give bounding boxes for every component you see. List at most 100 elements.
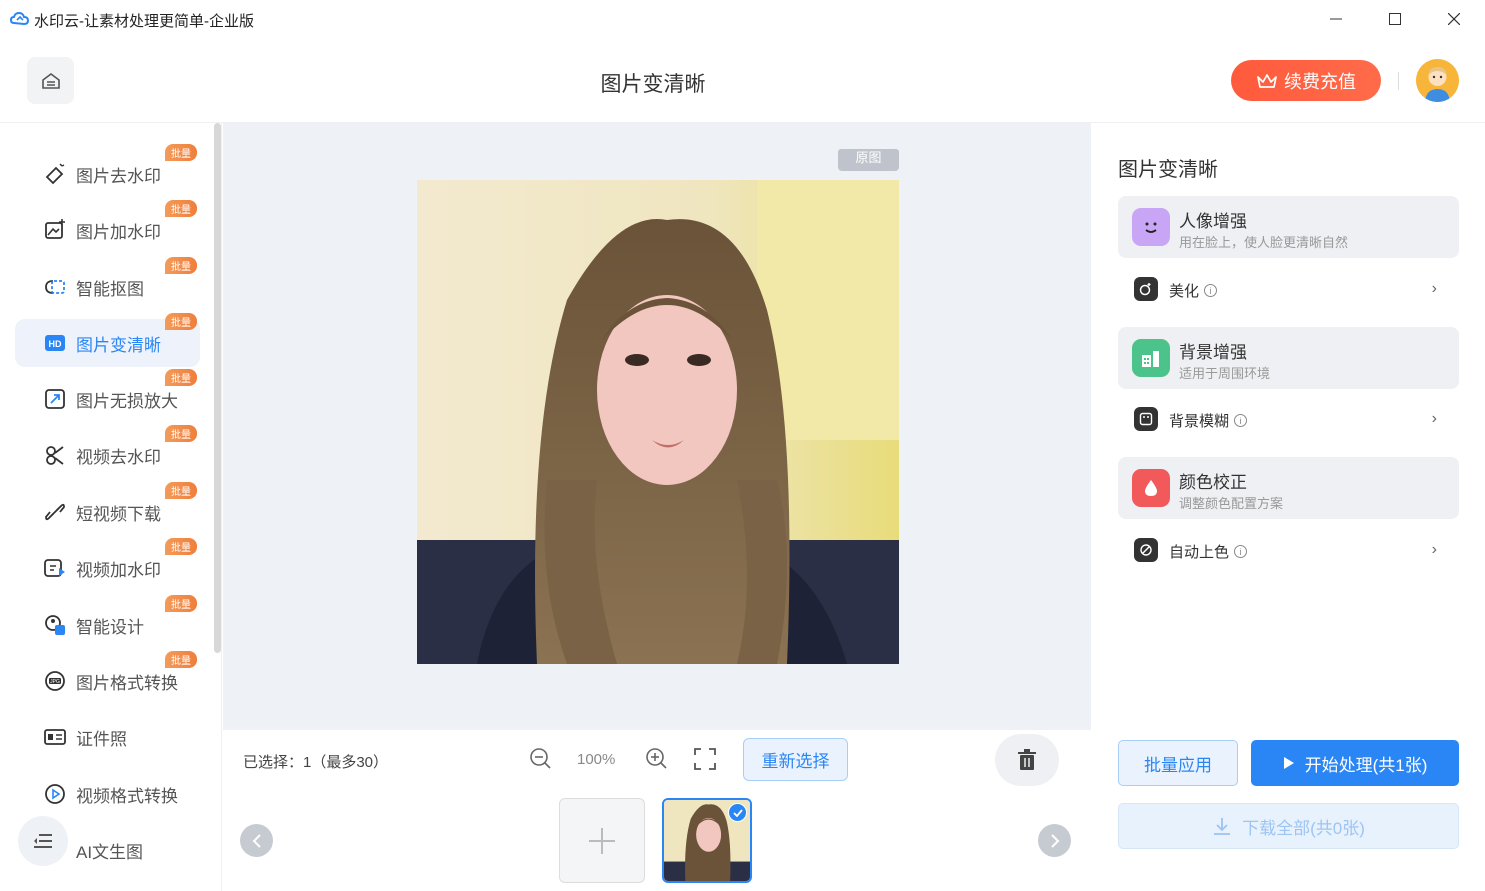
- sidebar-item-label: 图片格式转换: [76, 673, 178, 693]
- minimize-icon: [1330, 18, 1342, 20]
- option-beautify[interactable]: 美化 i ›: [1118, 270, 1459, 306]
- sidebar-item-label: 智能抠图: [76, 279, 144, 299]
- sidebar-item-video-remove-watermark[interactable]: 视频去水印 批量: [15, 425, 200, 479]
- crown-icon: [1257, 73, 1277, 88]
- original-tag: 原图: [838, 149, 899, 171]
- option-background-blur[interactable]: 背景模糊 i ›: [1118, 400, 1459, 436]
- close-icon: [1448, 13, 1460, 25]
- sidebar-item-smart-design[interactable]: 智能设计 批量: [15, 595, 200, 649]
- jpg-convert-icon: JPG: [45, 671, 65, 691]
- maximize-button[interactable]: [1366, 0, 1424, 38]
- svg-text:JPG: JPG: [50, 679, 60, 685]
- zoom-in-icon[interactable]: [644, 746, 670, 772]
- background-enhance-card[interactable]: 背景增强 适用于周围环境: [1118, 327, 1459, 389]
- trash-icon: [1018, 749, 1036, 770]
- download-all-button[interactable]: 下载全部(共0张): [1118, 803, 1459, 849]
- info-icon: i: [1234, 545, 1248, 558]
- sidebar-item-format-convert[interactable]: JPG 图片格式转换 批量: [15, 651, 200, 705]
- option-auto-colorize[interactable]: 自动上色 i ›: [1118, 531, 1459, 567]
- sidebar-scrollbar[interactable]: [214, 123, 221, 653]
- batch-badge: 批量: [165, 200, 197, 217]
- svg-text:HD: HD: [49, 339, 62, 349]
- cutout-icon: [45, 280, 65, 294]
- reselect-button[interactable]: 重新选择: [743, 738, 848, 781]
- batch-badge: 批量: [165, 482, 197, 499]
- sidebar-item-add-watermark[interactable]: 图片加水印 批量: [15, 200, 200, 254]
- chevron-right-icon: ›: [1431, 280, 1437, 297]
- sidebar-item-image-sharpen[interactable]: HD 图片变清晰 批量: [15, 313, 200, 367]
- maximize-icon: [1389, 13, 1401, 25]
- preview-image: [417, 180, 899, 664]
- sidebar-item-id-photo[interactable]: 证件照: [15, 713, 200, 761]
- sidebar: 图片去水印 批量 图片加水印 批量 智能抠图 批量 HD 图片变清晰 批量 图片…: [0, 123, 222, 891]
- batch-badge: 批量: [165, 425, 197, 442]
- color-correct-card[interactable]: 颜色校正 调整颜色配置方案: [1118, 457, 1459, 519]
- sidebar-item-label: 视频格式转换: [76, 786, 178, 806]
- play-circle-icon: [45, 784, 65, 804]
- sidebar-item-video-add-watermark[interactable]: 视频加水印 批量: [15, 538, 200, 592]
- chevron-left-icon: [252, 833, 261, 848]
- selection-count: 已选择：1（最多30）: [243, 754, 389, 771]
- eraser-icon: [45, 163, 65, 185]
- window-title: 水印云-让素材处理更简单-企业版: [34, 13, 254, 30]
- app-logo-icon: [10, 11, 30, 26]
- portrait-enhance-card[interactable]: 人像增强 用在脸上，使人脸更清晰自然: [1118, 196, 1459, 258]
- sidebar-item-remove-watermark[interactable]: 图片去水印 批量: [15, 144, 200, 198]
- fit-screen-icon[interactable]: [694, 748, 716, 770]
- zoom-out-icon[interactable]: [528, 746, 554, 772]
- sidebar-item-label: 图片加水印: [76, 222, 161, 242]
- app-header: 图片变清晰 续费充值: [0, 38, 1485, 123]
- user-avatar-icon: [1416, 59, 1459, 102]
- start-process-button[interactable]: 开始处理(共1张): [1251, 740, 1459, 786]
- sidebar-item-label: 图片变清晰: [76, 335, 161, 355]
- chevron-right-icon: ›: [1431, 410, 1437, 427]
- download-label: 下载全部(共0张): [1242, 818, 1365, 838]
- sidebar-item-label: 图片去水印: [76, 166, 161, 186]
- sidebar-collapse-button[interactable]: [18, 816, 68, 866]
- prev-image-button[interactable]: [240, 824, 273, 857]
- add-image-button[interactable]: [559, 798, 645, 883]
- panel-title: 图片变清晰: [1118, 159, 1218, 181]
- image-thumbnail[interactable]: [662, 798, 752, 883]
- sidebar-item-label: 视频加水印: [76, 560, 161, 580]
- sidebar-item-lossless-enlarge[interactable]: 图片无损放大 批量: [15, 369, 200, 423]
- sidebar-item-video-format-convert[interactable]: 视频格式转换: [15, 770, 200, 818]
- sidebar-item-short-video-download[interactable]: 短视频下载 批量: [15, 482, 200, 536]
- info-icon: i: [1204, 284, 1218, 297]
- batch-badge: 批量: [165, 369, 197, 386]
- building-icon: [1132, 339, 1170, 377]
- video-eraser-icon: [46, 446, 64, 465]
- link-icon: [45, 503, 65, 521]
- enhance-desc: 调整颜色配置方案: [1179, 496, 1284, 511]
- option-label: 美化 i: [1169, 280, 1218, 301]
- avatar[interactable]: [1416, 59, 1459, 102]
- sidebar-item-smart-cutout[interactable]: 智能抠图 批量: [15, 257, 200, 311]
- batch-badge: 批量: [165, 144, 197, 161]
- minimize-button[interactable]: [1307, 0, 1365, 38]
- face-icon: [1132, 208, 1170, 246]
- batch-badge: 批量: [165, 257, 197, 274]
- zoom-level: 100%: [577, 751, 616, 768]
- portrait-photo: [417, 180, 899, 664]
- blur-icon: [1134, 407, 1158, 431]
- drop-icon: [1132, 469, 1170, 507]
- sidebar-item-label: AI文生图: [76, 842, 144, 862]
- batch-apply-button[interactable]: 批量应用: [1118, 740, 1238, 786]
- play-icon: [1283, 757, 1294, 769]
- option-label: 背景模糊 i: [1169, 410, 1248, 431]
- sidebar-item-label: 短视频下载: [76, 504, 161, 524]
- menu-collapse-icon: [34, 834, 52, 848]
- download-icon: [1214, 818, 1231, 835]
- info-icon: i: [1234, 414, 1248, 427]
- option-label: 自动上色 i: [1169, 541, 1248, 562]
- plus-icon: [589, 827, 615, 854]
- recharge-button[interactable]: 续费充值: [1231, 60, 1381, 101]
- next-image-button[interactable]: [1038, 824, 1071, 857]
- batch-badge: 批量: [165, 538, 197, 555]
- sidebar-item-label: 证件照: [76, 729, 127, 749]
- delete-button[interactable]: [995, 734, 1059, 786]
- close-button[interactable]: [1425, 0, 1483, 38]
- design-icon: [45, 615, 65, 635]
- sidebar-item-label: 图片无损放大: [76, 391, 178, 411]
- beautify-icon: [1134, 277, 1158, 301]
